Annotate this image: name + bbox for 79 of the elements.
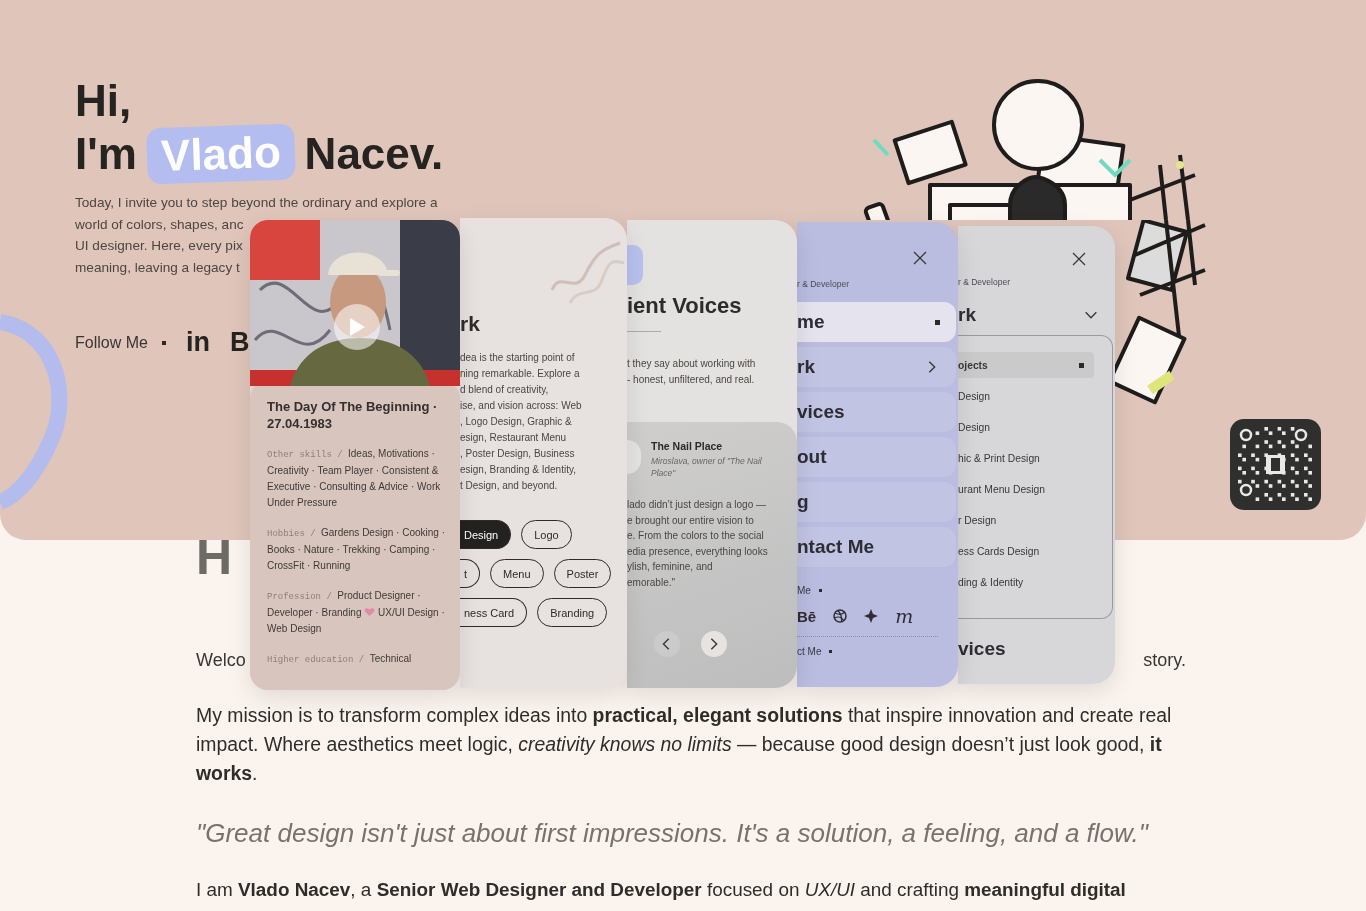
surname-heading: Nacev. [304, 129, 444, 179]
menu-item[interactable]: me [797, 302, 956, 342]
close-icon [912, 250, 928, 266]
tab-marker [627, 245, 643, 285]
contact-label: ct Me [797, 646, 822, 657]
submenu-item[interactable]: hic & Print Design [958, 445, 1094, 471]
mission-paragraph: My mission is to transform complex ideas into practical, elegant solutions that inspire innovation and create real impact. Where aesthetics meet logic, creativity knows no limits — because good design doesn’t just look good, it works. [196, 703, 1173, 786]
intro-text-line: t Design, and beyond. [460, 479, 559, 493]
intro-text-line: t they say about working with [627, 357, 757, 371]
profile-fact: Higher education / Technical [267, 652, 413, 667]
close-button[interactable] [912, 250, 928, 266]
next-button[interactable] [701, 630, 727, 657]
submenu-item[interactable]: ding & Identity [958, 569, 1094, 595]
section-heading: H [196, 532, 233, 582]
submenu-item[interactable]: ojects [958, 352, 1094, 378]
welcome-text: story. [1143, 650, 1186, 671]
submenu-item[interactable]: Design [958, 414, 1094, 440]
submenu-item[interactable]: Design [958, 383, 1094, 409]
intro-text-line: , Logo Design, Graphic & [460, 415, 573, 429]
sparkle-icon[interactable] [864, 609, 879, 623]
qr-code-icon [1230, 419, 1321, 510]
follow-label: Me [797, 585, 811, 596]
intro-text-line: d blend of creativity, [460, 383, 550, 397]
quote-line: emorable." [627, 575, 677, 590]
intro-text-line: esign, Branding & Identity, [460, 463, 577, 477]
follow-label: Follow Me [75, 333, 148, 352]
submenu-item[interactable]: urant Menu Design [958, 476, 1094, 502]
quote-line: ylish, feminine, and [627, 560, 714, 575]
intro-text-line: UI designer. Here, every pix [75, 237, 244, 255]
intro-text-line: esign, Restaurant Menu [460, 431, 568, 445]
ball-icon[interactable] [833, 609, 848, 623]
play-icon [348, 317, 366, 337]
filter-tag[interactable]: Design [460, 520, 512, 549]
profile-fact: Hobbies / Gardens Design · Cooking · Books · Nature · Trekking · Camping · CrossFit · Running [267, 526, 446, 573]
play-button[interactable] [334, 304, 380, 350]
quote-line: e brought our entire vision to [627, 513, 755, 528]
intro-text-line: dea is the starting point of [460, 351, 576, 365]
close-icon [1071, 251, 1087, 267]
quote-line: e. From the colors to the social [627, 529, 765, 544]
intro-text-line: world of colors, shapes, anc [75, 215, 245, 234]
social-link[interactable]: Bē [797, 607, 817, 625]
section-heading: ient Voices [627, 293, 743, 319]
menu-item[interactable]: ntact Me [797, 527, 956, 567]
heart-icon [364, 607, 376, 617]
profile-fact: Other skills / Ideas, Motivations · Creativity · Team Player · Consistent & Executive · Consulting & Advice · Work Under Pressure [267, 447, 442, 510]
intro-text-line: meaning, leaving a legacy t [75, 258, 241, 277]
menu-item[interactable]: vices [797, 392, 956, 432]
client-author: Miroslava, owner of "The Nail Place" [651, 455, 763, 479]
menu-item[interactable]: out [797, 437, 956, 477]
welcome-text: Welco [196, 650, 246, 671]
submenu-item[interactable]: ess Cards Design [958, 538, 1094, 564]
menu-item[interactable]: g [797, 482, 956, 522]
submenu-item[interactable]: r Design [958, 507, 1094, 533]
client-name: The Nail Place [651, 440, 724, 452]
menu-subtitle: r & Developer [958, 277, 1011, 287]
menu-subtitle: r & Developer [797, 279, 850, 289]
intro-text-line: ning remarkable. Explore a [460, 367, 581, 381]
name-highlight: Vlado [145, 123, 296, 185]
menu-item[interactable]: rk [958, 295, 1115, 335]
design-quote: "Great design isn't just about first impressions. It's a solution, a feeling, and a flow." [196, 818, 1150, 849]
intro-text-line: ise, and vision across: Web [460, 399, 583, 413]
menu-item[interactable]: rk [797, 347, 956, 387]
intro-text-line: - honest, unfiltered, and real. [627, 373, 756, 387]
greeting-heading: Hi, [75, 76, 133, 126]
intro-text-line: , Poster Design, Business [460, 447, 576, 461]
social-link[interactable]: in [185, 327, 210, 358]
menu-item[interactable]: vices [958, 629, 1115, 669]
intro-text-line: Today, I invite you to step beyond the ordinary and explore a [75, 194, 439, 212]
about-paragraph: I am Vlado Nacev, a Senior Web Designer and Developer focused on UX/UI and crafting meaningful digital [196, 878, 1127, 902]
quote-line: lado didn’t just design a logo — [627, 498, 767, 512]
social-link[interactable]: m [895, 605, 914, 627]
profile-title: The Day Of The Beginning · 27.04.1983 [267, 398, 439, 432]
section-heading: rk [460, 312, 481, 336]
social-link[interactable]: B [229, 327, 250, 358]
close-button[interactable] [1071, 251, 1087, 267]
quote-line: edia presence, everything looks [627, 544, 769, 559]
greeting-heading: I'm [75, 129, 137, 179]
previous-button[interactable] [654, 630, 680, 657]
profile-fact: Profession / Product Designer · Developer · Branding UX/UI Design · Web Design [267, 589, 446, 636]
